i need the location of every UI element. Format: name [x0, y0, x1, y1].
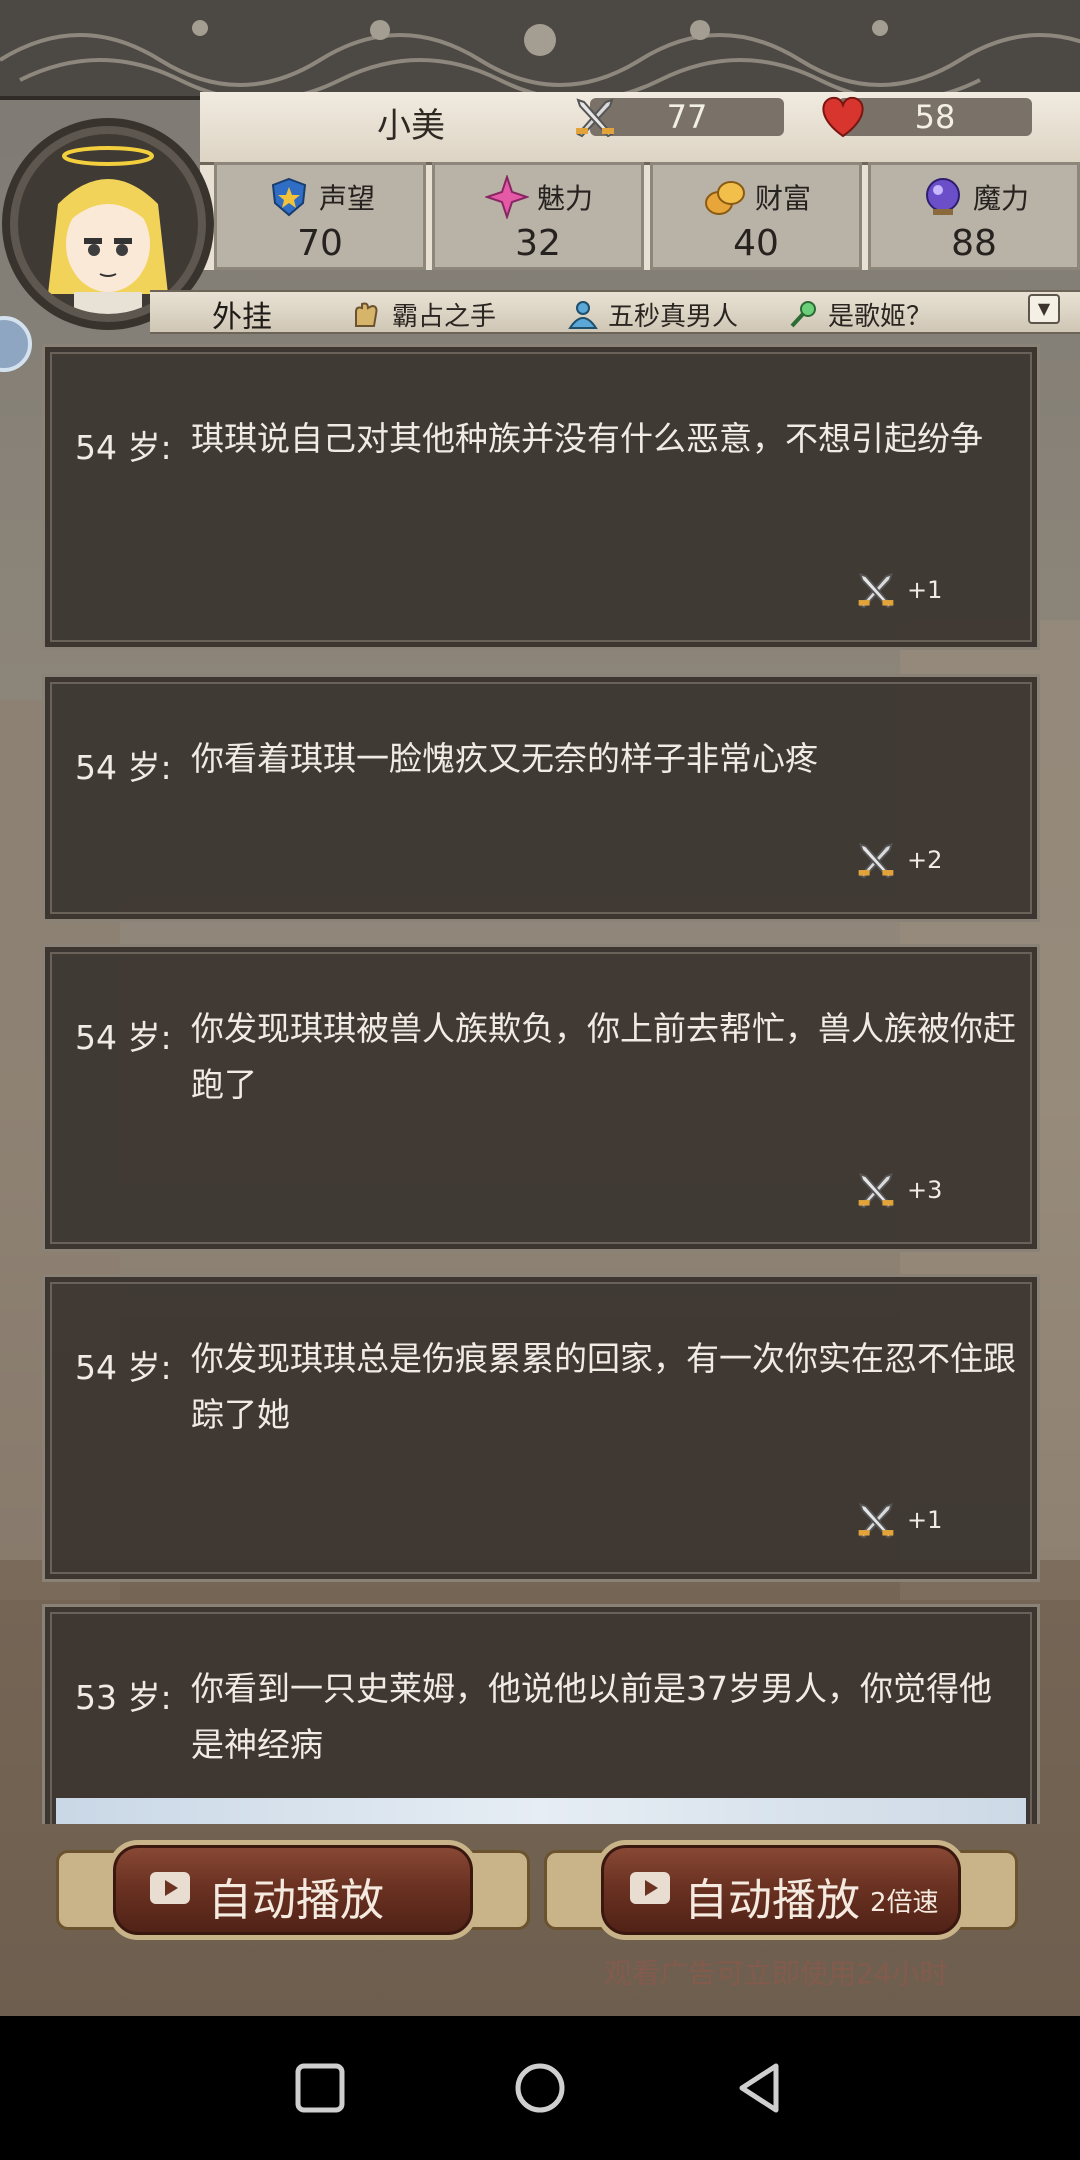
autoplay-label: 自动播放 [208, 1875, 384, 1926]
stat-value: 88 [951, 223, 997, 264]
event-text: 你看着琪琪一脸愧疚又无奈的样子非常心疼 [191, 739, 818, 778]
skill-item[interactable]: 霸占之手 [350, 296, 496, 333]
home-icon[interactable] [510, 2058, 570, 2118]
event-card: 54 岁: 你看着琪琪一脸愧疚又无奈的样子非常心疼 +2 [42, 674, 1040, 922]
skill-label: 五秒真男人 [608, 302, 739, 332]
reward-value: +1 [907, 576, 943, 604]
speed-label: 2倍速 [870, 1888, 939, 1918]
figure-icon [566, 300, 600, 330]
stat-reputation: 声望 70 [214, 162, 426, 270]
event-text: 你看到一只史莱姆，他说他以前是37岁男人，你觉得他是神经病 [191, 1669, 992, 1764]
heart-icon [818, 94, 868, 140]
skills-expand-button[interactable]: ▼ [1028, 294, 1060, 324]
attack-value: 77 [590, 98, 784, 136]
event-text: 你发现琪琪被兽人族欺负，你上前去帮忙，兽人族被你赶跑了 [191, 1009, 1016, 1104]
reward-value: +1 [907, 1506, 943, 1534]
stat-label: 魔力 [972, 182, 1029, 215]
event-age: 54 岁: [75, 428, 172, 467]
sword-icon [855, 839, 897, 881]
event-card: 54 岁: 你发现琪琪总是伤痕累累的回家，有一次你实在忍不住跟踪了她 +1 [42, 1274, 1040, 1582]
autoplay-button[interactable]: 自动播放 [56, 1840, 530, 1940]
stat-label: 声望 [318, 182, 375, 215]
stats-row: 声望 70 魅力 32 财富 40 魔力 88 [214, 162, 1080, 270]
reward-value: +3 [907, 1176, 943, 1204]
hand-icon [350, 300, 384, 330]
stat-value: 32 [515, 223, 561, 264]
player-name: 小美 [377, 106, 445, 146]
stat-value: 40 [733, 223, 779, 264]
system-nav-bar [0, 2016, 1080, 2160]
sword-icon [855, 1499, 897, 1541]
skills-title: 外挂 [212, 300, 272, 335]
card-edge-strip [56, 1798, 1026, 1824]
event-text: 琪琪说自己对其他种族并没有什么恶意，不想引起纷争 [191, 419, 983, 458]
video-icon [148, 1868, 192, 1908]
event-age: 53 岁: [75, 1678, 172, 1717]
sword-icon [572, 94, 618, 140]
skill-item[interactable]: 五秒真男人 [566, 296, 738, 333]
autoplay-2x-label: 自动播放 [684, 1875, 860, 1926]
event-card: 54 岁: 你发现琪琪被兽人族欺负，你上前去帮忙，兽人族被你赶跑了 +3 [42, 944, 1040, 1252]
video-icon [628, 1868, 672, 1908]
back-icon[interactable] [730, 2058, 790, 2118]
avatar[interactable] [18, 134, 198, 314]
stat-magic: 魔力 88 [868, 162, 1080, 270]
event-age: 54 岁: [75, 1018, 172, 1057]
event-reward: +1 [855, 569, 942, 611]
event-reward: +1 [855, 1499, 942, 1541]
recent-apps-icon[interactable] [290, 2058, 350, 2118]
microphone-icon [786, 300, 820, 330]
stat-wealth: 财富 40 [650, 162, 862, 270]
sword-icon [855, 1169, 897, 1211]
stat-value: 70 [297, 223, 343, 264]
event-card: 54 岁: 琪琪说自己对其他种族并没有什么恶意，不想引起纷争 +1 [42, 344, 1040, 650]
skill-label: 霸占之手 [392, 302, 497, 332]
skill-item[interactable]: 是歌姬？ [786, 296, 932, 333]
sword-icon [855, 569, 897, 611]
header-ornament [0, 0, 1080, 102]
stat-label: 魅力 [536, 182, 593, 215]
event-reward: +2 [855, 839, 942, 881]
event-log[interactable]: 54 岁: 琪琪说自己对其他种族并没有什么恶意，不想引起纷争 +1 54 岁: … [0, 340, 1080, 1824]
reward-value: +2 [907, 846, 943, 874]
stat-label: 财富 [754, 182, 811, 215]
event-age: 54 岁: [75, 748, 172, 787]
event-reward: +3 [855, 1169, 942, 1211]
stat-charm: 魅力 32 [432, 162, 644, 270]
skill-label: 是歌姬？ [828, 302, 933, 332]
event-age: 54 岁: [75, 1348, 172, 1387]
event-text: 你发现琪琪总是伤痕累累的回家，有一次你实在忍不住跟踪了她 [191, 1339, 1016, 1434]
event-card: 53 岁: 你看到一只史莱姆，他说他以前是37岁男人，你觉得他是神经病 [42, 1604, 1040, 1824]
autoplay-2x-button[interactable]: 自动播放 2倍速 [544, 1840, 1018, 1940]
ad-hint: 观看广告可立即使用24小时 [604, 1957, 948, 1990]
